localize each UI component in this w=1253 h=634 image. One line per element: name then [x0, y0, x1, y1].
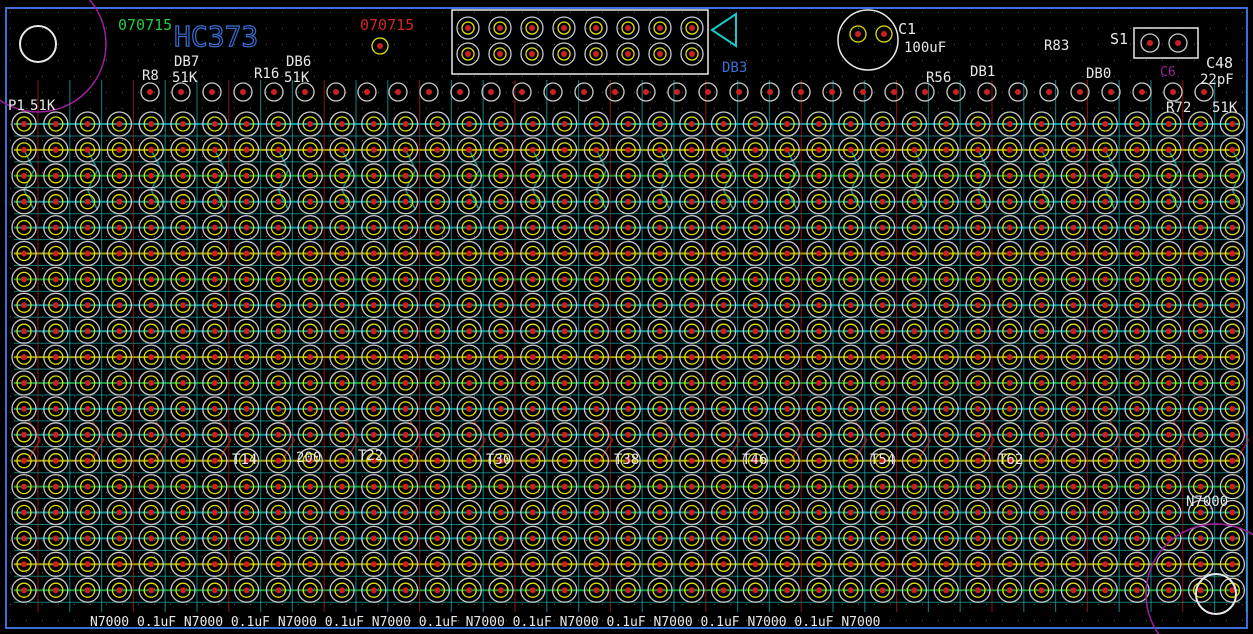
- date-code-red: 070715: [360, 16, 414, 34]
- label-t54: T54: [870, 452, 895, 468]
- label-t30: T30: [486, 452, 511, 468]
- label-db6: DB6: [286, 54, 311, 70]
- label-t22: T22: [358, 448, 383, 464]
- label-t46: T46: [742, 452, 767, 468]
- label-db7: DB7: [174, 54, 199, 70]
- label-db0: DB0: [1086, 66, 1111, 82]
- pcb-layout-canvas[interactable]: 070715 HC373 070715 C1 100uF S1 C48 22pF…: [0, 0, 1253, 634]
- label-p1: P1: [8, 98, 25, 114]
- label-n7000: N7000: [1186, 494, 1228, 510]
- label-t14: T14: [232, 452, 257, 468]
- label-200: 200: [296, 450, 321, 466]
- label-r8: R8: [142, 68, 159, 84]
- label-r16: R16: [254, 66, 279, 82]
- label-c6: C6: [1160, 65, 1176, 80]
- label-51k-a: 51K: [172, 70, 198, 86]
- label-db1: DB1: [970, 64, 995, 80]
- bottom-component-values: N7000 0.1uF N7000 0.1uF N7000 0.1uF N700…: [90, 615, 881, 630]
- label-r83: R83: [1044, 38, 1069, 54]
- label-p1-value: 51K: [30, 98, 56, 114]
- label-r56: R56: [926, 70, 951, 86]
- label-c1: C1: [898, 20, 916, 38]
- label-t62: T62: [998, 452, 1023, 468]
- label-r72: R72: [1166, 100, 1191, 116]
- label-r72-value: 51K: [1212, 100, 1238, 116]
- label-51k-b: 51K: [284, 70, 310, 86]
- label-c48-value: 22pF: [1200, 72, 1234, 88]
- date-code-green: 070715: [118, 16, 172, 34]
- label-db3: DB3: [722, 60, 747, 76]
- label-c48: C48: [1206, 54, 1233, 72]
- label-s1: S1: [1110, 30, 1128, 48]
- label-c1-value: 100uF: [904, 40, 946, 56]
- board-title: HC373: [174, 20, 258, 53]
- label-t38: T38: [614, 452, 639, 468]
